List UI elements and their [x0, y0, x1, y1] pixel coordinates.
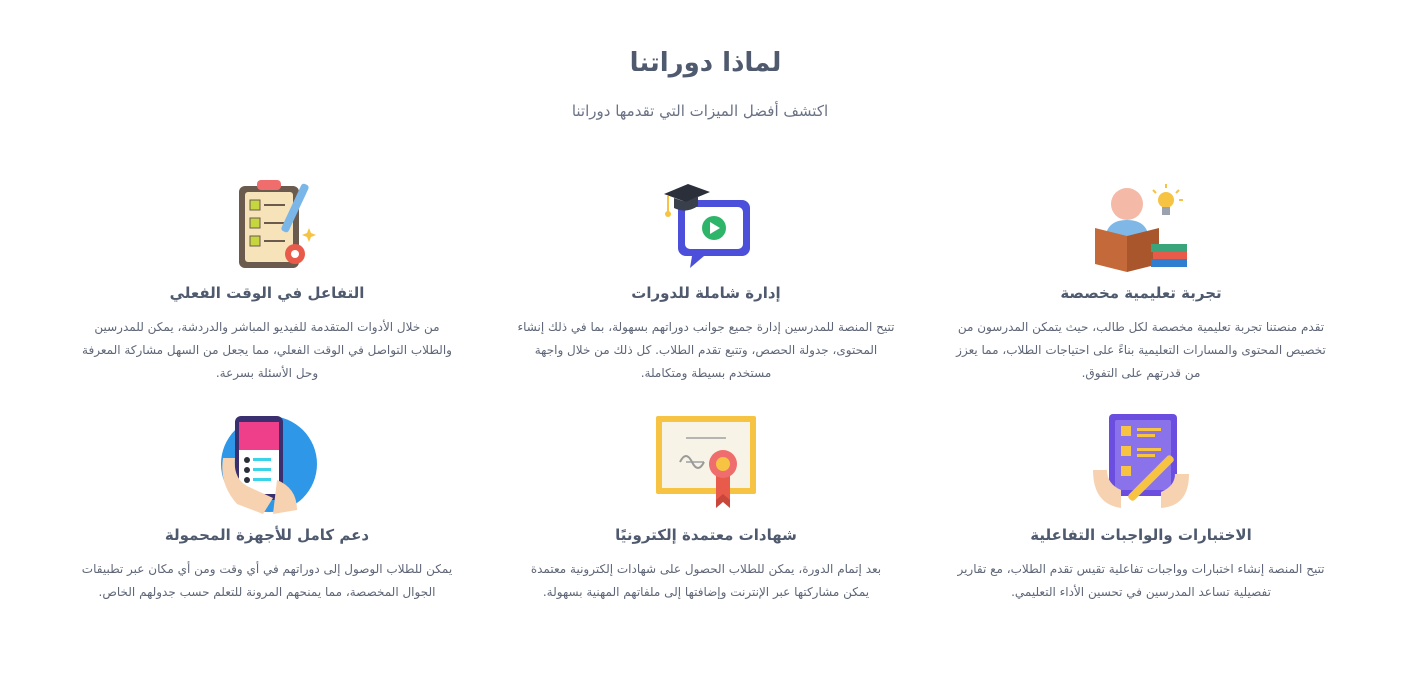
feature-title: إدارة شاملة للدورات [631, 284, 781, 302]
feature-title: دعم كامل للأجهزة المحمولة [164, 526, 370, 544]
feature-description: تتيح المنصة للمدرسين إدارة جميع جوانب دو… [517, 320, 895, 380]
feature-card-realtime: التفاعل في الوقت الفعلي من خلال الأدوات … [77, 172, 457, 385]
feature-title: تجربة تعليمية مخصصة [1060, 284, 1222, 302]
feature-description: تقدم منصتنا تجربة تعليمية مخصصة لكل طالب… [956, 320, 1326, 380]
section-subtitle: اكتشف أفضل الميزات التي تقدمها دوراتنا [571, 102, 829, 120]
why-our-courses-section: لماذا دوراتنا اكتشف أفضل الميزات التي تق… [0, 0, 1411, 695]
feature-description: تتيح المنصة إنشاء اختبارات وواجبات تفاعل… [957, 562, 1325, 599]
certificate-icon [656, 414, 756, 514]
feature-card-quizzes: الاختبارات والواجبات التفاعلية تتيح المن… [951, 414, 1331, 604]
feature-title: التفاعل في الوقت الفعلي [169, 284, 365, 302]
feature-card-certificates: شهادات معتمدة إلكترونيًا بعد إتمام الدور… [516, 414, 896, 604]
mobile-phone-hand-icon [217, 414, 317, 514]
quiz-notebook-icon [1091, 414, 1191, 514]
graduation-video-icon [656, 172, 756, 272]
feature-card-mobile: دعم كامل للأجهزة المحمولة يمكن للطلاب ال… [77, 414, 457, 604]
section-title: لماذا دوراتنا [629, 48, 782, 78]
checklist-clipboard-icon [217, 172, 317, 272]
feature-card-personalized: تجربة تعليمية مخصصة تقدم منصتنا تجربة تع… [951, 172, 1331, 385]
feature-title: الاختبارات والواجبات التفاعلية [1030, 526, 1252, 544]
reading-student-lightbulb-icon [1091, 172, 1191, 272]
feature-description: من خلال الأدوات المتقدمة للفيديو المباشر… [82, 320, 452, 380]
feature-description: يمكن للطلاب الوصول إلى دوراتهم في أي وقت… [81, 562, 453, 599]
feature-title: شهادات معتمدة إلكترونيًا [615, 526, 797, 544]
feature-description: بعد إتمام الدورة، يمكن للطلاب الحصول على… [530, 562, 882, 599]
feature-card-course-management: إدارة شاملة للدورات تتيح المنصة للمدرسين… [516, 172, 896, 385]
